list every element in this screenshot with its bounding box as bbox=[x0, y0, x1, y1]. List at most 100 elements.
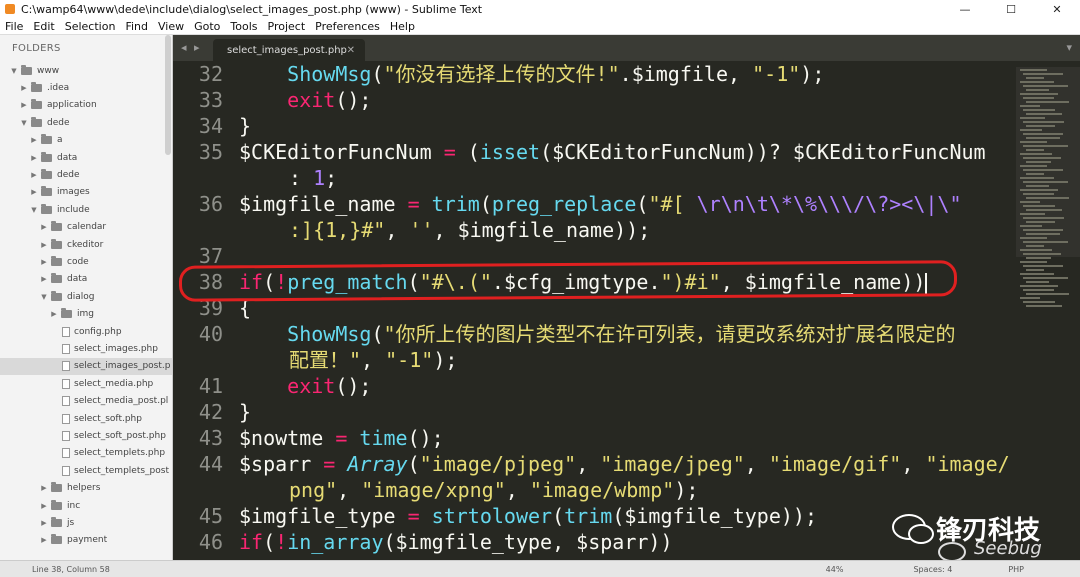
maximize-button[interactable]: ☐ bbox=[988, 3, 1034, 16]
tree-item-label: js bbox=[67, 517, 75, 528]
chevron-right-icon[interactable]: ▶ bbox=[30, 188, 38, 196]
close-button[interactable]: ✕ bbox=[1034, 3, 1080, 16]
file-icon bbox=[62, 326, 70, 337]
file-item[interactable]: select_media_post.pl bbox=[0, 393, 172, 410]
folder-item[interactable]: ▶ .idea bbox=[0, 79, 172, 96]
chevron-right-icon[interactable]: ▶ bbox=[40, 223, 48, 231]
menu-view[interactable]: View bbox=[153, 20, 189, 33]
folder-item[interactable]: ▶ dede bbox=[0, 166, 172, 183]
tab-nav-arrows[interactable]: ◂ ▸ bbox=[181, 41, 202, 54]
folder-item[interactable]: ▶ code bbox=[0, 253, 172, 270]
menu-edit[interactable]: Edit bbox=[28, 20, 59, 33]
line-number: 42 bbox=[198, 400, 223, 424]
tree-item-label: img bbox=[77, 309, 94, 320]
folder-item[interactable]: ▶ ckeditor bbox=[0, 236, 172, 253]
folder-item[interactable]: ▶ js bbox=[0, 514, 172, 531]
file-item[interactable]: select_soft_post.php bbox=[0, 427, 172, 444]
menu-goto[interactable]: Goto bbox=[189, 20, 225, 33]
file-item[interactable]: select_images.php bbox=[0, 340, 172, 357]
tree-item-label: dede bbox=[47, 117, 70, 128]
minimap-line bbox=[1020, 189, 1058, 191]
chevron-right-icon[interactable]: ▶ bbox=[50, 310, 58, 318]
minimap-line bbox=[1026, 89, 1050, 91]
file-item[interactable]: select_images_post.p bbox=[0, 357, 172, 375]
chevron-right-icon[interactable]: ▶ bbox=[40, 502, 48, 510]
folder-item[interactable]: ▶ data bbox=[0, 149, 172, 166]
chevron-right-icon[interactable]: ▶ bbox=[30, 154, 38, 162]
chevron-right-icon[interactable]: ▶ bbox=[40, 519, 48, 527]
minimap-line bbox=[1023, 169, 1063, 171]
minimap-line bbox=[1023, 253, 1061, 255]
minimap-line bbox=[1026, 233, 1061, 235]
tree-item-label: data bbox=[67, 274, 88, 285]
chevron-down-icon[interactable]: ▼ bbox=[10, 67, 18, 75]
chevron-right-icon[interactable]: ▶ bbox=[40, 484, 48, 492]
code-line: ShowMsg("你没有选择上传的文件!".$imgfile, "-1"); bbox=[287, 62, 825, 86]
folder-item[interactable]: ▶ calendar bbox=[0, 219, 172, 236]
minimap[interactable] bbox=[1016, 61, 1080, 560]
file-item[interactable]: select_media.php bbox=[0, 375, 172, 392]
minimap-line bbox=[1020, 141, 1047, 143]
folder-item[interactable]: ▼ dialog bbox=[0, 288, 172, 305]
tab-close-icon[interactable]: ✕ bbox=[347, 45, 355, 56]
chevron-down-icon[interactable]: ▼ bbox=[20, 119, 28, 127]
menu-preferences[interactable]: Preferences bbox=[310, 20, 385, 33]
menu-tools[interactable]: Tools bbox=[225, 20, 262, 33]
folders-header: FOLDERS bbox=[12, 43, 61, 54]
code-editor[interactable]: 32 ShowMsg("你没有选择上传的文件!".$imgfile, "-1")… bbox=[173, 61, 1015, 560]
folder-icon bbox=[51, 499, 62, 510]
chevron-down-icon[interactable]: ▼ bbox=[30, 206, 38, 214]
minimap-line bbox=[1023, 157, 1061, 159]
file-item[interactable]: config.php bbox=[0, 323, 172, 340]
folder-item[interactable]: ▶ application bbox=[0, 97, 172, 114]
minimap-line bbox=[1020, 213, 1046, 215]
line-number: 45 bbox=[198, 504, 223, 528]
menu-selection[interactable]: Selection bbox=[60, 20, 121, 33]
folder-item[interactable]: ▶ payment bbox=[0, 532, 172, 549]
tree-item-label: calendar bbox=[67, 222, 107, 233]
menu-project[interactable]: Project bbox=[263, 20, 311, 33]
menu-find[interactable]: Find bbox=[120, 20, 153, 33]
file-item[interactable]: select_soft.php bbox=[0, 410, 172, 427]
file-item[interactable]: select_templets_post bbox=[0, 462, 172, 479]
minimap-line bbox=[1020, 201, 1040, 203]
tab-select-images-post[interactable]: select_images_post.php ✕ bbox=[213, 39, 365, 61]
chevron-right-icon[interactable]: ▶ bbox=[20, 101, 28, 109]
tree-item-label: include bbox=[57, 204, 90, 215]
menu-help[interactable]: Help bbox=[385, 20, 420, 33]
file-item[interactable]: select_templets.php bbox=[0, 445, 172, 462]
menu-file[interactable]: File bbox=[0, 20, 28, 33]
chevron-right-icon[interactable]: ▶ bbox=[40, 258, 48, 266]
folder-item[interactable]: ▶ images bbox=[0, 184, 172, 201]
folder-item[interactable]: ▼ www bbox=[0, 62, 172, 79]
window-title: C:\wamp64\www\dede\include\dialog\select… bbox=[21, 2, 483, 16]
minimize-button[interactable]: — bbox=[942, 3, 988, 16]
minimap-line bbox=[1023, 109, 1056, 111]
minimap-line bbox=[1023, 193, 1054, 195]
chevron-right-icon[interactable]: ▶ bbox=[40, 275, 48, 283]
folder-item[interactable]: ▶ img bbox=[0, 306, 172, 323]
folder-item[interactable]: ▼ include bbox=[0, 201, 172, 218]
chevron-down-icon[interactable]: ▼ bbox=[40, 293, 48, 301]
chevron-right-icon[interactable]: ▶ bbox=[30, 171, 38, 179]
line-number: 35 bbox=[198, 140, 223, 164]
chevron-right-icon[interactable]: ▶ bbox=[30, 136, 38, 144]
indentation-setting[interactable]: Spaces: 4 bbox=[913, 565, 952, 574]
chevron-right-icon[interactable]: ▶ bbox=[40, 241, 48, 249]
folder-item[interactable]: ▶ a bbox=[0, 132, 172, 149]
folder-item[interactable]: ▼ dede bbox=[0, 114, 172, 131]
chevron-right-icon[interactable]: ▶ bbox=[40, 536, 48, 544]
folder-item[interactable]: ▶ helpers bbox=[0, 480, 172, 497]
sidebar-scrollbar[interactable] bbox=[165, 35, 171, 155]
tab-dropdown-icon[interactable]: ▾ bbox=[1066, 41, 1072, 54]
tree-item-label: select_soft_post.php bbox=[74, 430, 166, 441]
syntax-mode[interactable]: PHP bbox=[1008, 565, 1024, 574]
sublime-app-icon bbox=[5, 4, 15, 14]
folder-icon bbox=[51, 534, 62, 545]
folder-item[interactable]: ▶ data bbox=[0, 271, 172, 288]
folder-item[interactable]: ▶ inc bbox=[0, 497, 172, 514]
code-line-wrap: png", "image/xpng", "image/wbmp"); bbox=[289, 478, 699, 502]
minimap-line bbox=[1026, 101, 1070, 103]
minimap-line bbox=[1023, 97, 1054, 99]
chevron-right-icon[interactable]: ▶ bbox=[20, 84, 28, 92]
